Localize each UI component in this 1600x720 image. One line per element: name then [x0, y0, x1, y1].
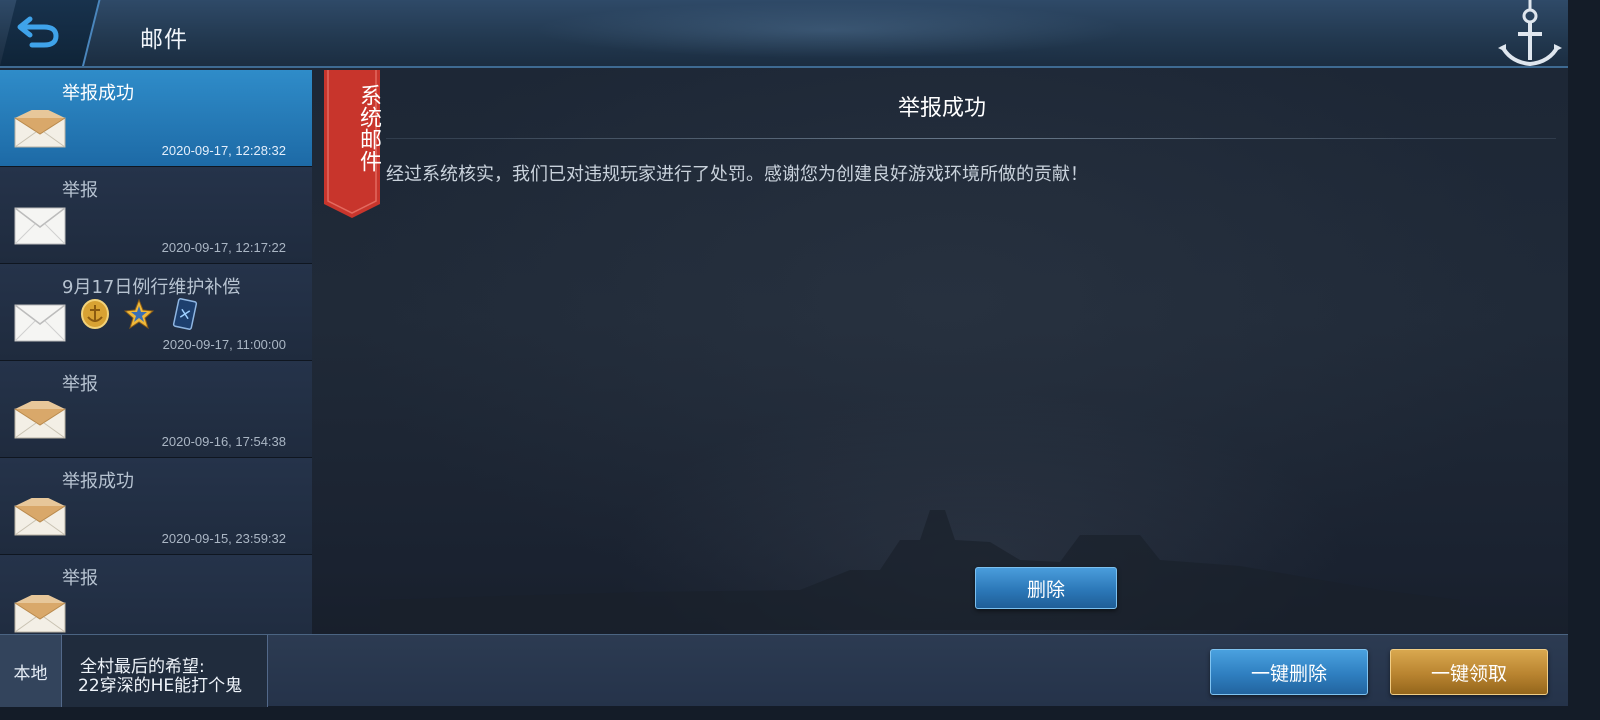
- mail-time: 2020-09-15, 23:59:32: [161, 531, 286, 546]
- top-bar-glow: [380, 0, 1280, 66]
- mail-list-item[interactable]: 举报 2020-09-17, 12:17:22: [0, 167, 312, 264]
- mail-body: 经过系统核实，我们已对违规玩家进行了处罚。感谢您为创建良好游戏环境所做的贡献！: [386, 164, 1088, 185]
- mail-time: 2020-09-16, 17:54:38: [161, 434, 286, 449]
- star-medal-icon: [124, 298, 154, 330]
- delete-button[interactable]: 删除: [975, 567, 1117, 609]
- card-icon: [172, 298, 198, 330]
- page-title: 邮件: [140, 27, 188, 53]
- heading-divider: [386, 138, 1556, 139]
- chat-preview[interactable]: 全村最后的希望: 22穿深的HE能打个鬼: [62, 635, 268, 707]
- chat-channel-tab[interactable]: 本地: [0, 635, 62, 707]
- claim-all-button[interactable]: 一键领取: [1390, 649, 1548, 695]
- mail-heading: 举报成功: [316, 90, 1568, 122]
- bottom-bar: 本地 全村最后的希望: 22穿深的HE能打个鬼 一键删除 一键领取: [0, 634, 1568, 707]
- mail-title: 9月17日例行维护补偿: [62, 277, 241, 298]
- mail-detail-panel: 系统邮件 举报成功 经过系统核实，我们已对违规玩家进行了处罚。感谢您为创建良好游…: [316, 70, 1568, 634]
- mail-title: 举报: [62, 180, 98, 201]
- mail-list-item[interactable]: 举报成功 2020-09-17, 12:28:32: [0, 70, 312, 167]
- envelope-closed-icon: [14, 304, 66, 342]
- gold-coin-icon: [81, 299, 109, 329]
- mail-time: 2020-09-17, 11:00:00: [162, 337, 286, 352]
- anchor-button[interactable]: [1496, 0, 1564, 72]
- mail-time: 2020-09-17, 12:17:22: [161, 240, 286, 255]
- back-button[interactable]: [10, 12, 66, 52]
- mail-list-item[interactable]: 9月17日例行维护补偿 2020-09-17, 11:00:00: [0, 264, 312, 361]
- mail-list-item[interactable]: 举报 2020-09-16, 17:54:38: [0, 361, 312, 458]
- envelope-open-icon: [14, 401, 66, 439]
- mail-list-item[interactable]: 举报成功 2020-09-15, 23:59:32: [0, 458, 312, 555]
- mail-title: 举报: [62, 374, 98, 395]
- mail-time: 2020-09-17, 12:28:32: [161, 143, 286, 158]
- chat-message: 22穿深的HE能打个鬼: [78, 676, 243, 696]
- mail-title: 举报成功: [62, 83, 134, 104]
- mail-heading-text: 举报成功: [897, 96, 986, 121]
- back-arrow-icon: [17, 16, 59, 48]
- top-bar: 邮件: [0, 0, 1568, 68]
- delete-all-button[interactable]: 一键删除: [1210, 649, 1368, 695]
- envelope-closed-icon: [14, 207, 66, 245]
- envelope-open-icon: [14, 498, 66, 536]
- mail-list-item[interactable]: 举报: [0, 555, 312, 634]
- anchor-icon: [1498, 0, 1562, 67]
- mail-title: 举报成功: [62, 471, 134, 492]
- envelope-open-icon: [14, 595, 66, 633]
- mail-list: 举报成功 2020-09-17, 12:28:32 举报 2020-09-17,…: [0, 70, 312, 634]
- mail-title: 举报: [62, 568, 98, 589]
- envelope-open-icon: [14, 110, 66, 148]
